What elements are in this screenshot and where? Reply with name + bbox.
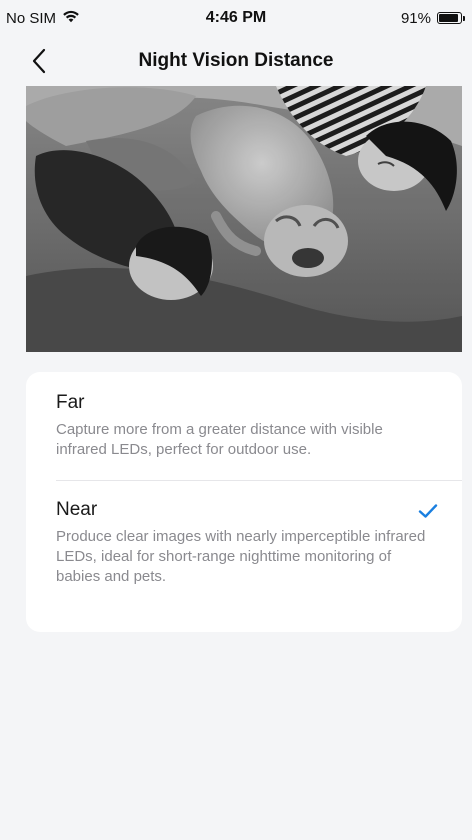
back-button[interactable]	[22, 44, 56, 78]
status-right: 91%	[400, 9, 465, 27]
page-title: Night Vision Distance	[138, 50, 334, 71]
divider	[56, 480, 462, 481]
status-bar: No SIM 4:46 PM 91%	[0, 0, 472, 36]
battery-percent: 91%	[400, 9, 431, 27]
camera-preview-image	[26, 86, 462, 352]
option-near[interactable]: Near Produce clear images with nearly im…	[26, 499, 462, 587]
night-vision-options-card: Far Capture more from a greater distance…	[26, 372, 462, 632]
navigation-bar: Night Vision Distance	[0, 36, 472, 86]
chevron-left-icon	[32, 48, 46, 74]
battery-icon	[437, 12, 465, 24]
battery-tip	[463, 16, 465, 21]
carrier-label: No SIM	[6, 9, 57, 27]
status-left: No SIM	[6, 9, 80, 27]
option-title: Near	[56, 499, 98, 520]
option-description: Produce clear images with nearly imperce…	[56, 528, 426, 585]
wifi-icon	[62, 9, 80, 27]
battery-fill	[439, 14, 458, 22]
checkmark-icon	[416, 499, 440, 523]
option-description: Capture more from a greater distance wit…	[56, 421, 383, 458]
option-title: Far	[56, 392, 85, 413]
option-far[interactable]: Far Capture more from a greater distance…	[26, 392, 462, 460]
